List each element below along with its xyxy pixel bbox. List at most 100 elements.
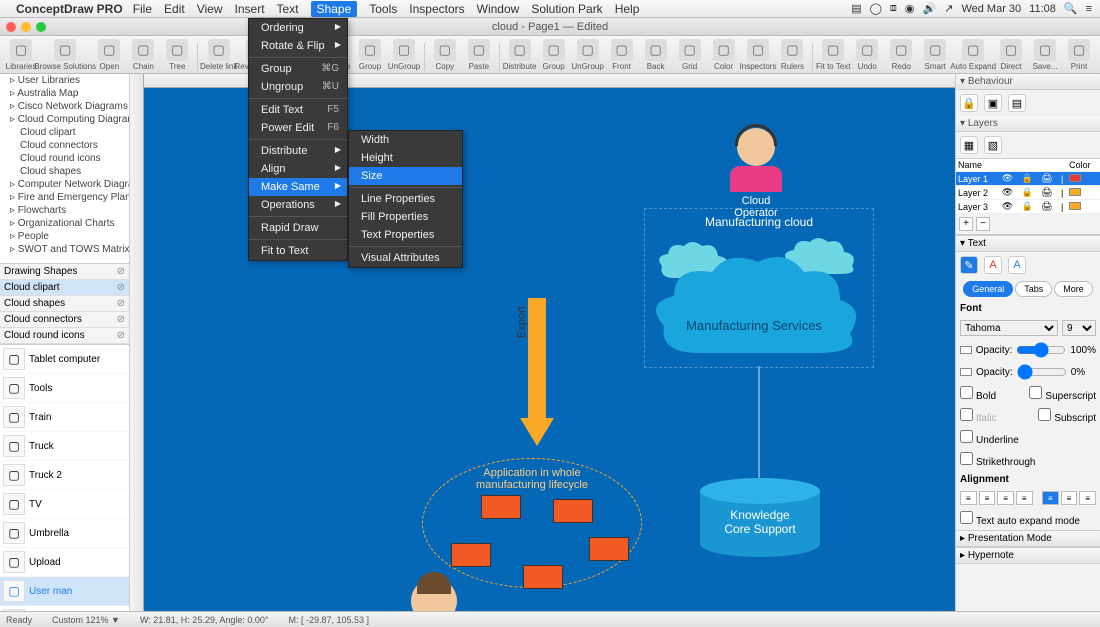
menu-inspectors[interactable]: Inspectors: [409, 2, 464, 16]
toolbar-save-[interactable]: ▢Save...: [1031, 39, 1059, 71]
tree-node[interactable]: ▹ Fire and Emergency Plans: [0, 191, 129, 204]
lib-item[interactable]: ▢User woman: [0, 606, 129, 611]
shape-menu-dropdown[interactable]: Ordering▶Rotate & Flip▶Group⌘GUngroup⌘UE…: [248, 18, 348, 261]
lib-tab[interactable]: Cloud shapes⊘: [0, 296, 129, 312]
shape-menu-align[interactable]: Align▶: [249, 160, 347, 178]
layer-down-icon[interactable]: ▤: [1008, 94, 1026, 112]
hypernote-header[interactable]: ▸ Hypernote: [956, 547, 1100, 564]
make-same-visual-attributes[interactable]: Visual Attributes: [349, 249, 462, 267]
toolbar-ungroup[interactable]: ▢UnGroup: [574, 39, 602, 71]
make-same-height[interactable]: Height: [349, 149, 462, 167]
tree-node[interactable]: ▹ User Libraries: [0, 74, 129, 87]
menu-solution-park[interactable]: Solution Park: [531, 2, 602, 16]
tree-node[interactable]: ▹ Australia Map: [0, 87, 129, 100]
shape-menu-operations[interactable]: Operations▶: [249, 196, 347, 214]
behaviour-header[interactable]: ▾ Behaviour: [956, 74, 1100, 90]
shape-menu-rapid-draw[interactable]: Rapid Draw: [249, 219, 347, 237]
lib-item[interactable]: ▢Tablet computer: [0, 345, 129, 374]
layer-up-icon[interactable]: ▣: [984, 94, 1002, 112]
lib-item[interactable]: ▢Truck 2: [0, 461, 129, 490]
font-size-select[interactable]: 9: [1062, 320, 1096, 336]
shape-menu-fit-to-text[interactable]: Fit to Text: [249, 242, 347, 260]
menubar-date[interactable]: Wed Mar 30: [961, 3, 1021, 15]
menu-edit[interactable]: Edit: [164, 2, 185, 16]
big-cloud[interactable]: Manufacturing Services: [644, 248, 864, 368]
lib-item[interactable]: ▢User man: [0, 577, 129, 606]
search-icon[interactable]: 🔍: [1064, 2, 1078, 15]
tab-general[interactable]: General: [963, 281, 1013, 297]
make-same-submenu[interactable]: WidthHeightSizeLine PropertiesFill Prope…: [348, 130, 463, 268]
lib-item[interactable]: ▢Tools: [0, 374, 129, 403]
library-tabs[interactable]: Drawing Shapes⊘Cloud clipart⊘Cloud shape…: [0, 264, 129, 345]
menu-text[interactable]: Text: [277, 2, 299, 16]
toolbar-grid[interactable]: ▢Grid: [676, 39, 704, 71]
make-same-line-properties[interactable]: Line Properties: [349, 190, 462, 208]
toolbar-print[interactable]: ▢Print: [1065, 39, 1093, 71]
toolbar-fit-to-text[interactable]: ▢Fit to Text: [819, 39, 847, 71]
toolbar-group[interactable]: ▢Group: [356, 39, 384, 71]
lock-icon[interactable]: 🔒: [960, 94, 978, 112]
lib-tab[interactable]: Cloud round icons⊘: [0, 328, 129, 344]
shape-menu-ungroup[interactable]: Ungroup⌘U: [249, 78, 347, 96]
toolbar-ungroup[interactable]: ▢UnGroup: [390, 39, 418, 71]
solutions-tree[interactable]: ▹ User Libraries▹ Australia Map▹ Cisco N…: [0, 74, 129, 264]
dropbox-icon[interactable]: ⧈: [890, 2, 897, 15]
shape-menu-group[interactable]: Group⌘G: [249, 60, 347, 78]
toolbar-front[interactable]: ▢Front: [608, 39, 636, 71]
knowledge-cylinder[interactable]: KnowledgeCore Support: [700, 478, 820, 558]
menu-file[interactable]: File: [133, 2, 152, 16]
library-items[interactable]: ▢Tablet computer▢Tools▢Train▢Truck▢Truck…: [0, 345, 129, 611]
cloud-operator-shape[interactable]: Cloud Operator: [724, 128, 788, 219]
valign-top[interactable]: ≡: [1042, 491, 1059, 505]
toolbar-direct[interactable]: ▢Direct: [997, 39, 1025, 71]
layers-table[interactable]: NameColorLayer 1👁🔒🖨|Layer 2👁🔒🖨|Layer 3👁🔒…: [956, 159, 1100, 214]
strike-check[interactable]: Strikethrough: [960, 452, 1035, 468]
presentation-header[interactable]: ▸ Presentation Mode: [956, 530, 1100, 547]
align-left[interactable]: ≡: [960, 491, 977, 505]
opacity1-slider[interactable]: [1016, 342, 1066, 358]
tree-node[interactable]: ▹ Flowcharts: [0, 204, 129, 217]
tree-node[interactable]: ▹ SWOT and TOWS Matrix Diagrams: [0, 243, 129, 256]
align-right[interactable]: ≡: [997, 491, 1014, 505]
toolbar-color[interactable]: ▢Color: [710, 39, 738, 71]
toolbar-chain[interactable]: ▢Chain: [129, 39, 157, 71]
lib-tab[interactable]: Cloud clipart⊘: [0, 280, 129, 296]
tree-node[interactable]: ▹ Cisco Network Diagrams: [0, 100, 129, 113]
proc-box[interactable]: [553, 499, 593, 523]
align-center[interactable]: ≡: [979, 491, 996, 505]
toolbar-redo[interactable]: ▢Redo: [887, 39, 915, 71]
menu-help[interactable]: Help: [615, 2, 640, 16]
export-arrow[interactable]: Export: [520, 298, 554, 458]
text-tool-icon[interactable]: ✎: [960, 256, 978, 274]
tree-node[interactable]: Cloud connectors: [0, 139, 129, 152]
menu-window[interactable]: Window: [477, 2, 520, 16]
align-justify[interactable]: ≡: [1016, 491, 1033, 505]
volume-icon[interactable]: 🔊: [923, 2, 937, 15]
opacity2-slider[interactable]: [1017, 364, 1067, 380]
toolbar-browse-solutions[interactable]: ▢Browse Solutions: [41, 39, 89, 71]
tree-node[interactable]: Cloud round icons: [0, 152, 129, 165]
status-icon[interactable]: ▤: [851, 2, 861, 15]
toolbar-auto-expand[interactable]: ▢Auto Expand: [955, 39, 991, 71]
shape-menu-ordering[interactable]: Ordering▶: [249, 19, 347, 37]
toolbar-back[interactable]: ▢Back: [642, 39, 670, 71]
lib-item[interactable]: ▢TV: [0, 490, 129, 519]
make-same-fill-properties[interactable]: Fill Properties: [349, 208, 462, 226]
sync-icon[interactable]: ◯: [870, 2, 882, 15]
valign-mid[interactable]: ≡: [1061, 491, 1078, 505]
menubar-time[interactable]: 11:08: [1029, 3, 1056, 15]
toolbar-group[interactable]: ▢Group: [540, 39, 568, 71]
minimize-button[interactable]: [21, 22, 31, 32]
bold-check[interactable]: Bold: [960, 386, 996, 402]
text-fg-swatch[interactable]: [960, 346, 972, 354]
zoom-level[interactable]: Custom 121% ▼: [52, 615, 120, 625]
toolbar-rulers[interactable]: ▢Rulers: [778, 39, 806, 71]
menu-insert[interactable]: Insert: [235, 2, 265, 16]
menu-shape[interactable]: Shape: [311, 1, 358, 17]
toolbar-undo[interactable]: ▢Undo: [853, 39, 881, 71]
tree-node[interactable]: ▹ Cloud Computing Diagrams: [0, 113, 129, 126]
make-same-size[interactable]: Size: [349, 167, 462, 185]
menu-view[interactable]: View: [197, 2, 223, 16]
text-color-icon[interactable]: A: [984, 256, 1002, 274]
lib-item[interactable]: ▢Truck: [0, 432, 129, 461]
